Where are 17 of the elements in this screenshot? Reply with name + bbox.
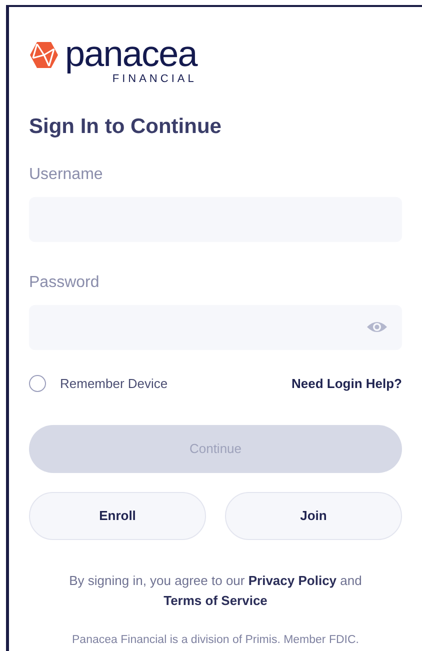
field-label: Password [29,272,100,292]
footer-text: Panacea Financial is a division of Primis. Member FDIC. [71,633,360,648]
remember-radio[interactable] [29,374,46,392]
terms-link[interactable]: Terms of Service [164,593,268,608]
enroll-button[interactable]: Enroll [29,492,206,540]
join-button[interactable]: Join [225,492,402,540]
password-field[interactable] [29,304,402,350]
privacy-link[interactable]: Privacy Policy [248,573,337,588]
brand-name: panacea [65,35,197,73]
terms-text: By signing in, you agree to our Privacy Policy and Terms of Service [68,572,363,610]
page-heading: Sign In to Continue [29,114,222,140]
remember-label: Remember Device [60,374,168,392]
login-help-link[interactable]: Need Login Help? [292,374,402,393]
brand-subtitle: FINANCIAL [112,73,197,85]
field-label: Username [29,164,104,184]
eye-icon[interactable] [366,320,388,334]
logo-icon [29,41,59,69]
